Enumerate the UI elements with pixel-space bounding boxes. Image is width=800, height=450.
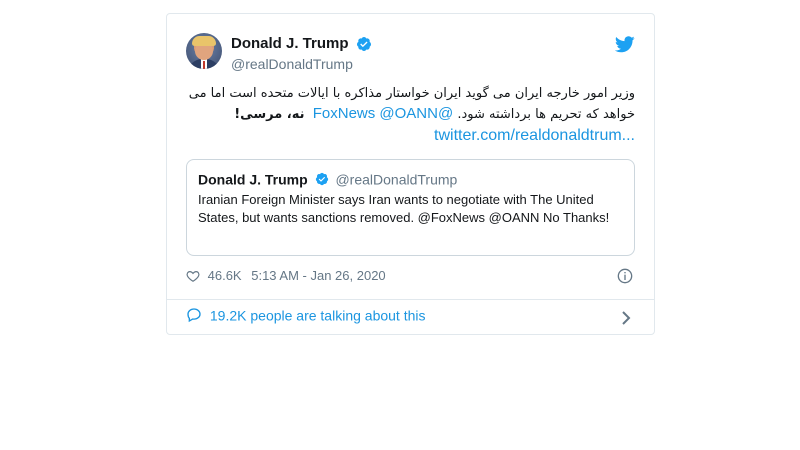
divider (167, 299, 654, 300)
verified-badge-icon (356, 36, 371, 51)
like-count[interactable]: 46.6K (208, 268, 242, 283)
speech-bubble-icon (187, 308, 201, 323)
mention-oann-link[interactable]: @OANN (379, 105, 438, 122)
tweet-url-link[interactable]: twitter.com/realdonaldtrum... (186, 126, 635, 146)
people-talking-link[interactable]: 19.2K people are talking about this (210, 307, 426, 323)
tweet-text-segment: خواهد که تحریم ها برداشته شود. (457, 107, 635, 122)
info-icon[interactable] (617, 268, 633, 284)
heart-icon[interactable] (186, 269, 200, 283)
quoted-author-name: Donald J. Trump (198, 171, 308, 188)
tweet-timestamp[interactable]: 5:13 AM - Jan 26, 2020 (251, 268, 385, 283)
tweet-text-line-2: خواهد که تحریم ها برداشته شود. @FoxNews … (186, 104, 635, 125)
author-display-name[interactable]: Donald J. Trump (231, 35, 349, 52)
tweet-text-segment-end: نه، مرسی! (234, 107, 305, 122)
twitter-bird-icon[interactable] (615, 36, 635, 53)
quoted-tweet-text: Iranian Foreign Minister says Iran wants… (198, 192, 610, 226)
author-block[interactable]: Donald J. Trump @realDonaldTrump (231, 35, 372, 72)
conversation-footer[interactable]: 19.2K people are talking about this (186, 306, 635, 330)
verified-badge-icon (315, 173, 328, 186)
tweet-meta: 46.6K 5:13 AM - Jan 26, 2020 (186, 267, 635, 287)
tweet-text-line-1: وزیر امور خارجه ایران می گوید ایران خواس… (188, 86, 635, 101)
quoted-tweet[interactable]: Donald J. Trump @realDonaldTrump Iranian… (186, 159, 635, 256)
avatar[interactable] (186, 33, 222, 69)
tweet-body: وزیر امور خارجه ایران می گوید ایران خواس… (186, 84, 635, 146)
author-handle[interactable]: @realDonaldTrump (231, 56, 372, 72)
tweet-header: Donald J. Trump @realDonaldTrump (186, 33, 635, 73)
tweet-embed-card: Donald J. Trump @realDonaldTrump وزیر ام… (166, 13, 655, 335)
quoted-author-handle: @realDonaldTrump (335, 171, 458, 188)
chevron-right-icon[interactable] (621, 310, 631, 326)
